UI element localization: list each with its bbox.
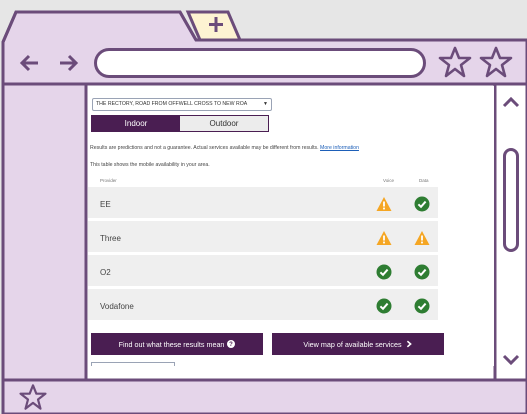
address-bar[interactable] — [94, 48, 426, 78]
provider-name: Vodafone — [100, 302, 134, 311]
voice-status — [376, 298, 392, 314]
browser-window: THE RECTORY, ROAD FROM OFFWELL CROSS TO … — [0, 0, 527, 414]
warning-icon — [376, 197, 392, 211]
data-status — [414, 264, 430, 280]
page-viewport: THE RECTORY, ROAD FROM OFFWELL CROSS TO … — [88, 86, 494, 366]
disclaimer-text: Results are predictions and not a guaran… — [90, 145, 359, 151]
provider-name: O2 — [100, 268, 111, 277]
table-header: Provider Voice Data — [88, 175, 438, 187]
table-body: EE Three O2 Vodafone — [88, 187, 438, 323]
warning-icon — [414, 231, 430, 245]
more-information-link[interactable]: More information — [320, 145, 359, 151]
star-icon — [438, 46, 472, 78]
availability-table: Provider Voice Data EE Three O2 Vodafone — [88, 175, 438, 323]
arrow-right-icon — [60, 54, 79, 72]
results-meaning-label: Find out what these results mean — [118, 339, 225, 349]
chevron-down-icon: ▼ — [263, 101, 268, 107]
voice-status — [376, 264, 392, 280]
table-row: EE — [88, 187, 438, 221]
address-select-value: THE RECTORY, ROAD FROM OFFWELL CROSS TO … — [96, 101, 248, 107]
column-header-voice: Voice — [383, 178, 395, 183]
check-circle-icon — [414, 264, 430, 280]
disclaimer-body: Results are predictions and not a guaran… — [90, 145, 319, 151]
scroll-down-button[interactable] — [495, 348, 527, 372]
scroll-up-button[interactable] — [495, 90, 527, 114]
environment-toggle: Indoor Outdoor — [91, 115, 269, 132]
tab-indoor[interactable]: Indoor — [92, 116, 180, 131]
new-tab-button[interactable] — [196, 8, 236, 38]
check-circle-icon — [376, 298, 392, 314]
data-status — [414, 196, 430, 212]
table-row: O2 — [88, 255, 438, 289]
address-select[interactable]: THE RECTORY, ROAD FROM OFFWELL CROSS TO … — [92, 98, 272, 111]
results-meaning-button[interactable]: Find out what these results mean ? — [91, 333, 263, 355]
check-circle-icon — [414, 298, 430, 314]
star-icon — [479, 46, 513, 78]
tab-outdoor[interactable]: Outdoor — [180, 116, 268, 131]
favorites-star-button[interactable] — [478, 44, 514, 80]
table-intro-text: This table shows the mobile availability… — [90, 162, 210, 168]
partially-visible-control[interactable] — [91, 362, 175, 366]
table-row: Three — [88, 221, 438, 255]
question-circle-icon: ? — [227, 340, 236, 348]
warning-icon — [376, 231, 392, 245]
table-row: Vodafone — [88, 289, 438, 323]
footer-star-button[interactable] — [18, 382, 48, 412]
check-circle-icon — [414, 196, 430, 212]
provider-name: EE — [100, 200, 111, 209]
scrollbar[interactable] — [495, 86, 527, 378]
column-header-data: Data — [419, 178, 429, 183]
bookmark-star-button[interactable] — [437, 44, 473, 80]
voice-status — [376, 196, 392, 212]
svg-text:?: ? — [230, 342, 234, 348]
forward-button[interactable] — [52, 46, 96, 80]
plus-icon — [209, 17, 223, 32]
check-circle-icon — [376, 264, 392, 280]
chevron-down-icon — [502, 354, 520, 366]
provider-name: Three — [100, 234, 121, 243]
chevron-up-icon — [502, 96, 520, 108]
star-icon — [19, 384, 47, 410]
voice-status — [376, 230, 392, 246]
view-map-button[interactable]: View map of available services — [272, 333, 444, 355]
data-status — [414, 298, 430, 314]
chevron-right-icon — [405, 340, 413, 348]
scrollbar-thumb[interactable] — [503, 148, 519, 252]
view-map-label: View map of available services — [303, 339, 402, 349]
data-status — [414, 230, 430, 246]
column-header-provider: Provider — [100, 178, 117, 183]
